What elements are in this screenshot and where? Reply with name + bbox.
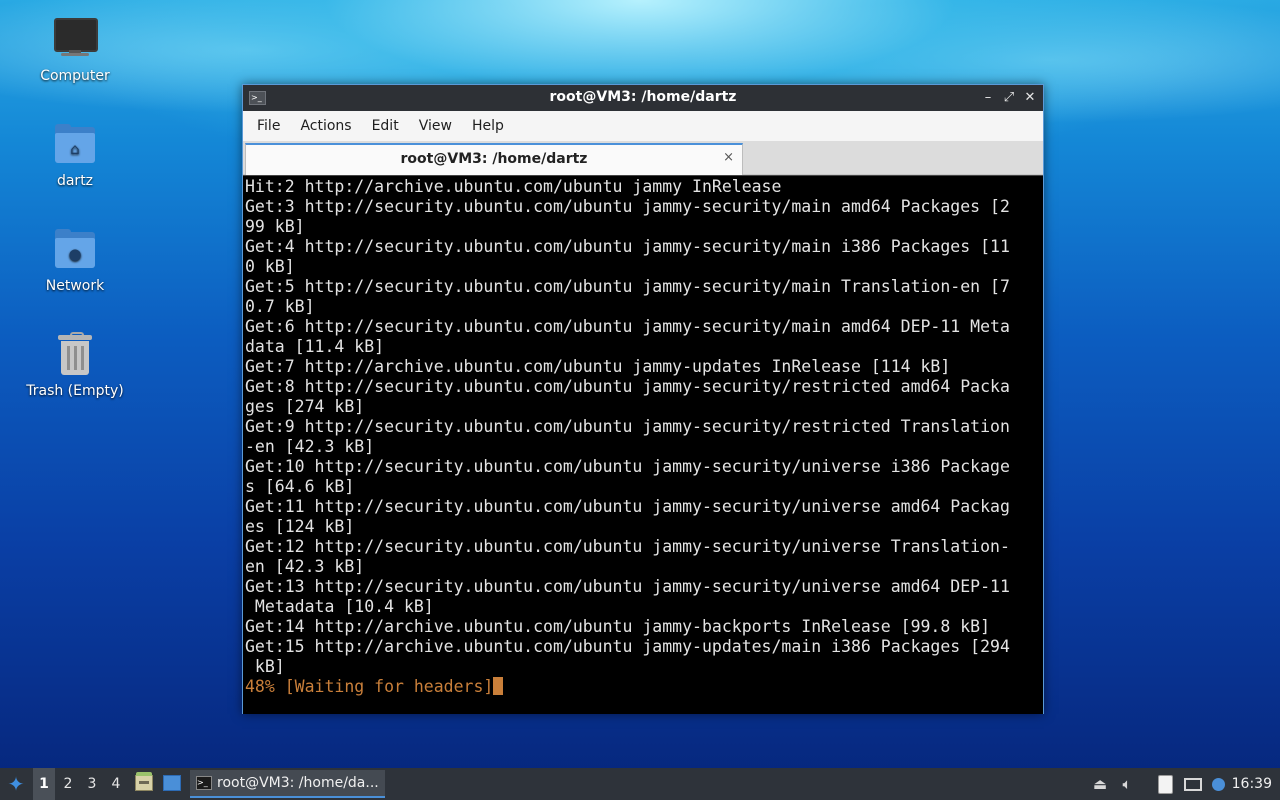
desktop-icon-label: dartz	[56, 173, 94, 189]
terminal-cursor	[493, 677, 504, 695]
terminal-line: Hit:2 http://archive.ubuntu.com/ubuntu j…	[245, 177, 782, 196]
terminal-line: Get:8 http://security.ubuntu.com/ubuntu …	[245, 377, 1010, 396]
start-menu-icon[interactable]: ✦	[4, 771, 28, 797]
terminal-line: Get:12 http://security.ubuntu.com/ubuntu…	[245, 537, 1010, 556]
terminal-line: Get:7 http://archive.ubuntu.com/ubuntu j…	[245, 357, 951, 376]
home-folder-icon: ⌂	[51, 121, 99, 169]
desktop-icon-computer[interactable]: Computer	[20, 16, 130, 84]
desktop-icon-label: Computer	[40, 68, 110, 84]
terminal-line: Metadata [10.4 kB]	[245, 597, 434, 616]
progress-status-line: 48% [Waiting for headers]	[245, 677, 494, 696]
menu-view[interactable]: View	[409, 118, 462, 134]
show-desktop-icon[interactable]	[163, 775, 181, 791]
menu-edit[interactable]: Edit	[362, 118, 409, 134]
terminal-line: Get:5 http://security.ubuntu.com/ubuntu …	[245, 277, 1010, 296]
terminal-line: Get:11 http://security.ubuntu.com/ubuntu…	[245, 497, 1010, 516]
minimize-button[interactable]: –	[979, 88, 997, 108]
terminal-line: en [42.3 kB]	[245, 557, 365, 576]
tab-close-icon[interactable]: ×	[723, 150, 734, 165]
trash-icon	[51, 331, 99, 379]
terminal-line: kB]	[245, 657, 285, 676]
terminal-line: Get:13 http://security.ubuntu.com/ubuntu…	[245, 577, 1010, 596]
terminal-line: ges [274 kB]	[245, 397, 365, 416]
clipboard-icon[interactable]	[1155, 768, 1175, 800]
tab-title: root@VM3: /home/dartz	[400, 151, 588, 167]
terminal-line: Get:3 http://security.ubuntu.com/ubuntu …	[245, 197, 1010, 216]
desktop-icon-trash[interactable]: Trash (Empty)	[20, 331, 130, 399]
taskbar-task-label: root@VM3: /home/da...	[217, 775, 379, 791]
notification-icon[interactable]	[1208, 768, 1228, 800]
terminal-line: Get:15 http://archive.ubuntu.com/ubuntu …	[245, 637, 1010, 656]
network-folder-icon: ●	[51, 226, 99, 274]
terminal-lines: Hit:2 http://archive.ubuntu.com/ubuntu j…	[243, 176, 1043, 697]
desktop-icon-network[interactable]: ● Network	[20, 226, 130, 294]
terminal-line: data [11.4 kB]	[245, 337, 385, 356]
tab-terminal[interactable]: root@VM3: /home/dartz ×	[245, 143, 743, 175]
close-button[interactable]: ✕	[1021, 88, 1039, 108]
workspace-2[interactable]: 2	[57, 768, 79, 800]
workspace-3[interactable]: 3	[81, 768, 103, 800]
tab-bar: root@VM3: /home/dartz ×	[243, 141, 1043, 175]
taskbar-task-terminal[interactable]: >_ root@VM3: /home/da...	[190, 770, 385, 798]
terminal-line: 0.7 kB]	[245, 297, 315, 316]
menu-bar: File Actions Edit View Help	[243, 111, 1043, 141]
terminal-icon: >_	[196, 776, 212, 790]
maximize-button[interactable]: ⤢	[1000, 88, 1018, 108]
clock[interactable]: 16:39	[1232, 768, 1272, 800]
terminal-line: 99 kB]	[245, 217, 305, 236]
computer-icon	[51, 16, 99, 64]
terminal-line: 0 kB]	[245, 257, 295, 276]
upload-icon[interactable]: ⏏	[1090, 768, 1110, 800]
network-icon[interactable]	[1181, 768, 1205, 800]
window-title: root@VM3: /home/dartz	[549, 89, 737, 105]
workspace-1[interactable]: 1	[33, 768, 55, 800]
desktop-icon-label: Network	[45, 278, 105, 294]
menu-help[interactable]: Help	[462, 118, 514, 134]
workspace-4[interactable]: 4	[105, 768, 127, 800]
terminal-line: Get:14 http://archive.ubuntu.com/ubuntu …	[245, 617, 991, 636]
terminal-line: -en [42.3 kB]	[245, 437, 375, 456]
menu-actions[interactable]: Actions	[290, 118, 361, 134]
terminal-window[interactable]: >_ root@VM3: /home/dartz – ⤢ ✕ File Acti…	[242, 84, 1044, 714]
terminal-output[interactable]: Hit:2 http://archive.ubuntu.com/ubuntu j…	[243, 175, 1043, 714]
terminal-line: es [124 kB]	[245, 517, 355, 536]
desktop-icon-label: Trash (Empty)	[26, 383, 124, 399]
terminal-line: Get:10 http://security.ubuntu.com/ubuntu…	[245, 457, 1010, 476]
file-manager-icon[interactable]	[135, 772, 153, 791]
terminal-line: Get:9 http://security.ubuntu.com/ubuntu …	[245, 417, 1010, 436]
desktop-icon-home-folder[interactable]: ⌂ dartz	[20, 121, 130, 189]
terminal-line: s [64.6 kB]	[245, 477, 355, 496]
menu-file[interactable]: File	[247, 118, 290, 134]
terminal-line: Get:6 http://security.ubuntu.com/ubuntu …	[245, 317, 1010, 336]
taskbar: ✦ 1 2 3 4 >_ root@VM3: /home/da... ⏏ 🔈︎ …	[0, 768, 1280, 800]
terminal-line: Get:4 http://security.ubuntu.com/ubuntu …	[245, 237, 1010, 256]
window-titlebar[interactable]: >_ root@VM3: /home/dartz – ⤢ ✕	[243, 85, 1043, 111]
volume-icon[interactable]: 🔈︎	[1117, 768, 1137, 800]
